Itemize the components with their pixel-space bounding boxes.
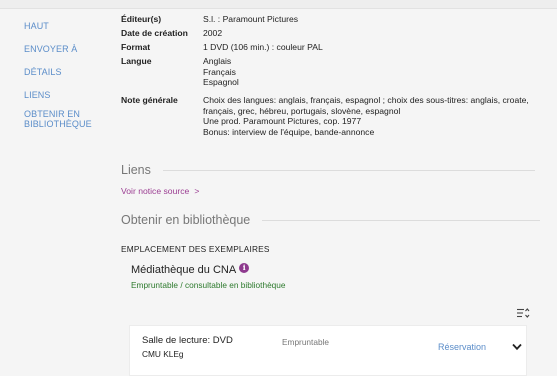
note-line: Bonus: interview de l'équipe, bande-anno… — [203, 126, 375, 137]
section-title: Obtenir en bibliothèque — [121, 213, 251, 227]
location-header: Emplacement des exemplaires — [121, 244, 270, 254]
detail-label: Date de création — [121, 28, 188, 38]
note-line: français, grec, hébreu, portugais, slovè… — [203, 105, 401, 116]
main-content: Éditeur(s) S.l. : Paramount Pictures Dat… — [110, 9, 557, 376]
item-call-number: CMU KLEg — [142, 349, 184, 359]
chevron-right-icon: > — [194, 186, 200, 196]
language-item: Anglais — [203, 56, 232, 66]
sidebar-item-obtenir-line1: Obtenir en — [24, 109, 81, 119]
sidebar-item-envoyer[interactable]: Envoyer à — [24, 44, 77, 54]
item-location: Salle de lecture: DVD — [142, 335, 233, 346]
section-divider — [262, 219, 541, 221]
sort-icon[interactable] — [516, 306, 530, 320]
view-source-label: Voir notice source — [121, 186, 190, 196]
detail-value: Choix des langues: anglais, français, es… — [203, 95, 553, 137]
item-row[interactable]: Salle de lecture: DVD CMU KLEg Empruntab… — [129, 325, 527, 376]
section-title: Liens — [121, 163, 151, 177]
library-name[interactable]: Médiathèque du CNA i — [131, 263, 250, 276]
info-icon[interactable]: i — [239, 263, 250, 273]
sidebar-nav: Haut Envoyer à Détails Liens Obtenir en … — [0, 9, 100, 367]
reservation-link[interactable]: Réservation — [438, 342, 486, 352]
section-divider — [162, 169, 535, 171]
sidebar-item-obtenir[interactable]: Obtenir en bibliothèque — [24, 109, 92, 129]
detail-label: Éditeur(s) — [121, 14, 162, 24]
view-source-link[interactable]: Voir notice source > — [121, 186, 199, 196]
note-line: Une prod. Paramount Pictures, cop. 1977 — [203, 116, 362, 127]
detail-value: 1 DVD (106 min.) : couleur PAL — [203, 42, 323, 52]
top-bar — [0, 0, 557, 9]
section-obtenir-header: Obtenir en bibliothèque — [121, 213, 541, 227]
section-liens-header: Liens — [121, 163, 535, 177]
sidebar-item-obtenir-line2: bibliothèque — [24, 119, 92, 129]
detail-label: Format — [121, 42, 151, 52]
detail-value: S.l. : Paramount Pictures — [203, 14, 299, 24]
chevron-down-icon[interactable] — [512, 343, 522, 351]
item-status: Empruntable — [282, 337, 330, 347]
sidebar-item-details[interactable]: Détails — [24, 67, 62, 77]
detail-label: Note générale — [121, 95, 178, 105]
detail-value: Anglais Français Espagnol — [203, 56, 553, 88]
availability-status: Empruntable / consultable en bibliothèqu… — [131, 280, 286, 290]
detail-label: Langue — [121, 56, 152, 66]
detail-value: 2002 — [203, 28, 223, 38]
language-item: Français — [203, 66, 236, 77]
language-item: Espagnol — [203, 77, 239, 88]
sidebar-item-liens[interactable]: Liens — [24, 90, 51, 100]
note-line: Choix des langues: anglais, français, es… — [203, 95, 529, 105]
library-label: Médiathèque du CNA — [131, 264, 237, 276]
sidebar-item-haut[interactable]: Haut — [24, 21, 49, 31]
